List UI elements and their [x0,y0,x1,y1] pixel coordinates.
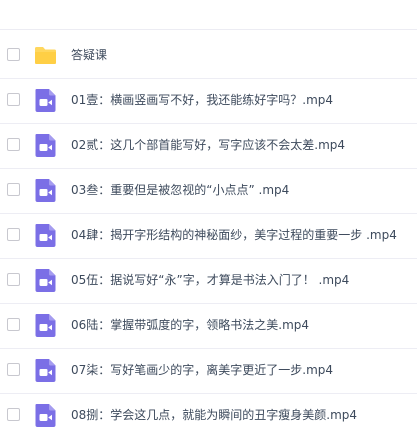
file-list: 答疑课 01壹：横画竖画写不好，我还能练好字吗？.mp4 02贰：这几个部首能写… [0,34,417,439]
file-name[interactable]: 05伍：据说写好“永”字，才算是书法入门了！ .mp4 [71,272,349,288]
video-file-row[interactable]: 06陆：掌握带弧度的字，领略书法之美.mp4 [0,304,417,349]
file-name[interactable]: 04肆：揭开字形结构的神秘面纱，美字过程的重要一步 .mp4 [71,227,397,243]
file-name[interactable]: 07柒：写好笔画少的字，离美字更近了一步.mp4 [71,362,333,378]
file-name[interactable]: 答疑课 [71,47,107,63]
video-file-row[interactable]: 08捌：学会这几点，就能为瞬间的丑字瘦身美颜.mp4 [0,394,417,439]
select-checkbox[interactable] [7,408,20,421]
select-checkbox[interactable] [7,138,20,151]
select-checkbox[interactable] [7,318,20,331]
video-icon [33,358,58,383]
video-icon [33,178,58,203]
select-checkbox[interactable] [7,93,20,106]
folder-icon [33,43,58,68]
video-icon [33,223,58,248]
video-icon [33,133,58,158]
video-file-row[interactable]: 04肆：揭开字形结构的神秘面纱，美字过程的重要一步 .mp4 [0,214,417,259]
video-file-row[interactable]: 02贰：这几个部首能写好，写字应该不会太差.mp4 [0,124,417,169]
folder-row[interactable]: 答疑课 [0,34,417,79]
file-name[interactable]: 03叁：重要但是被忽视的“小点点” .mp4 [71,182,289,198]
video-icon [33,88,58,113]
video-file-row[interactable]: 01壹：横画竖画写不好，我还能练好字吗？.mp4 [0,79,417,124]
top-divider [0,29,417,30]
select-checkbox[interactable] [7,363,20,376]
select-checkbox[interactable] [7,273,20,286]
select-checkbox[interactable] [7,228,20,241]
file-name[interactable]: 08捌：学会这几点，就能为瞬间的丑字瘦身美颜.mp4 [71,407,357,423]
video-icon [33,403,58,428]
select-checkbox[interactable] [7,48,20,61]
select-checkbox[interactable] [7,183,20,196]
video-file-row[interactable]: 05伍：据说写好“永”字，才算是书法入门了！ .mp4 [0,259,417,304]
video-icon [33,268,58,293]
file-name[interactable]: 06陆：掌握带弧度的字，领略书法之美.mp4 [71,317,309,333]
video-file-row[interactable]: 07柒：写好笔画少的字，离美字更近了一步.mp4 [0,349,417,394]
video-icon [33,313,58,338]
file-name[interactable]: 02贰：这几个部首能写好，写字应该不会太差.mp4 [71,137,345,153]
video-file-row[interactable]: 03叁：重要但是被忽视的“小点点” .mp4 [0,169,417,214]
file-name[interactable]: 01壹：横画竖画写不好，我还能练好字吗？.mp4 [71,92,333,108]
